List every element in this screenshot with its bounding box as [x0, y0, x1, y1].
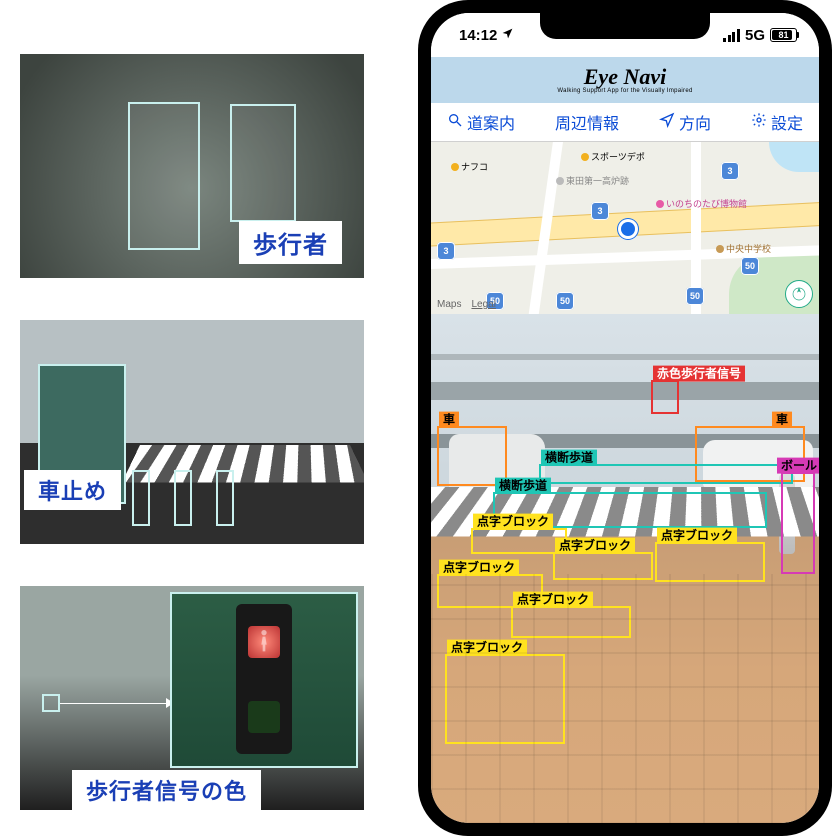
signal-red-light: [248, 626, 280, 658]
thumb-bollard: 車止め: [20, 320, 364, 544]
tab-nearby[interactable]: 周辺情報: [549, 110, 625, 134]
tab-route[interactable]: 道案内: [441, 110, 521, 134]
poi-dot-icon: [556, 177, 564, 185]
tab-nearby-label: 周辺情報: [555, 110, 619, 134]
tab-direction-label: 方向: [679, 110, 711, 134]
gear-icon: [751, 112, 767, 133]
map-water: [769, 142, 819, 172]
battery-level: 81: [778, 30, 788, 40]
phone-notch: [540, 13, 710, 39]
bollard-box-3: [174, 470, 192, 526]
network-label: 5G: [745, 27, 765, 44]
nav-tabs: 道案内 周辺情報 方向 設定: [431, 103, 819, 142]
map-view[interactable]: 3 50 50 50 50 3 3 ナフコ スポーツデポ 東田第一高炉跡 いのち…: [431, 142, 819, 314]
map-source: Maps: [437, 299, 461, 310]
status-time: 14:12: [459, 27, 497, 44]
battery-icon: 81: [770, 28, 797, 42]
paving-grid: [431, 574, 819, 823]
map-compass-button[interactable]: [785, 280, 813, 308]
poi-dot-icon: [716, 245, 724, 253]
map-shield: 3: [437, 242, 455, 260]
map-shield: 3: [721, 162, 739, 180]
thumb-signal-label: 歩行者信号の色: [72, 770, 261, 810]
thumb-bollard-label: 車止め: [24, 470, 121, 510]
map-legal-link[interactable]: Legal: [471, 299, 495, 310]
det-tactile-1: 点字ブロック: [471, 528, 567, 554]
overpass-2: [431, 382, 819, 400]
thumb-pedestrian: 歩行者: [20, 54, 364, 278]
tab-settings-label: 設定: [771, 110, 803, 134]
status-left: 14:12: [459, 27, 514, 44]
zoom-arrow-line: [60, 703, 170, 704]
bollard-box-2: [132, 470, 150, 526]
crosswalk-stripes: [122, 445, 364, 483]
map-shield: 50: [741, 257, 759, 275]
map-current-location: [621, 222, 635, 236]
signal-housing: [236, 604, 292, 754]
map-shield: 3: [591, 202, 609, 220]
pedestrian-box-1: [128, 102, 200, 250]
thumb-signal: 歩行者信号の色: [20, 586, 364, 810]
camera-view: 赤色歩行者信号 車 車 横断歩道 横断歩道 ボール 点字ブロック 点字ブロック: [431, 314, 819, 823]
phone-frame: 14:12 5G 81 Eye Navi Walking Support App…: [418, 0, 832, 836]
app-header: Eye Navi Walking Support App for the Vis…: [431, 57, 819, 103]
signal-green-light: [248, 701, 280, 733]
poi-dot-icon: [581, 153, 589, 161]
compass-icon: [791, 286, 807, 302]
det-red-signal: 赤色歩行者信号: [651, 380, 679, 414]
map-poi-higashida: 東田第一高炉跡: [556, 174, 629, 187]
signal-zoom: [170, 592, 358, 768]
location-icon: [501, 27, 514, 44]
map-poi-sports: スポーツデポ: [581, 150, 645, 163]
tab-settings[interactable]: 設定: [745, 110, 809, 134]
overpass-1: [431, 354, 819, 360]
signal-bars-icon: [723, 29, 740, 42]
poi-dot-icon: [656, 200, 664, 208]
status-right: 5G 81: [723, 27, 797, 44]
bollard-box-4: [216, 470, 234, 526]
map-poi-nafco: ナフコ: [451, 160, 488, 173]
det-bollard: ボール: [781, 472, 815, 574]
direction-arrow-icon: [659, 112, 675, 133]
map-poi-chuo: 中央中学校: [716, 242, 771, 255]
app-title-box: Eye Navi Walking Support App for the Vis…: [557, 66, 692, 94]
map-poi-inochi: いのちのたび博物館: [656, 197, 747, 210]
poi-dot-icon: [451, 163, 459, 171]
thumb-pedestrian-label: 歩行者: [239, 221, 342, 264]
search-icon: [447, 112, 463, 133]
pedestrian-box-2: [230, 104, 296, 222]
map-credit: Maps Legal: [437, 299, 496, 310]
det-crosswalk-1: 横断歩道: [539, 464, 793, 484]
phone-screen: 14:12 5G 81 Eye Navi Walking Support App…: [431, 13, 819, 823]
map-shield: 50: [556, 292, 574, 310]
app-subtitle: Walking Support App for the Visually Imp…: [557, 88, 692, 94]
map-shield: 50: [686, 287, 704, 305]
signal-far-box: [42, 694, 60, 712]
tab-direction[interactable]: 方向: [653, 110, 717, 134]
tab-route-label: 道案内: [467, 110, 515, 134]
app-title: Eye Navi: [557, 66, 692, 88]
